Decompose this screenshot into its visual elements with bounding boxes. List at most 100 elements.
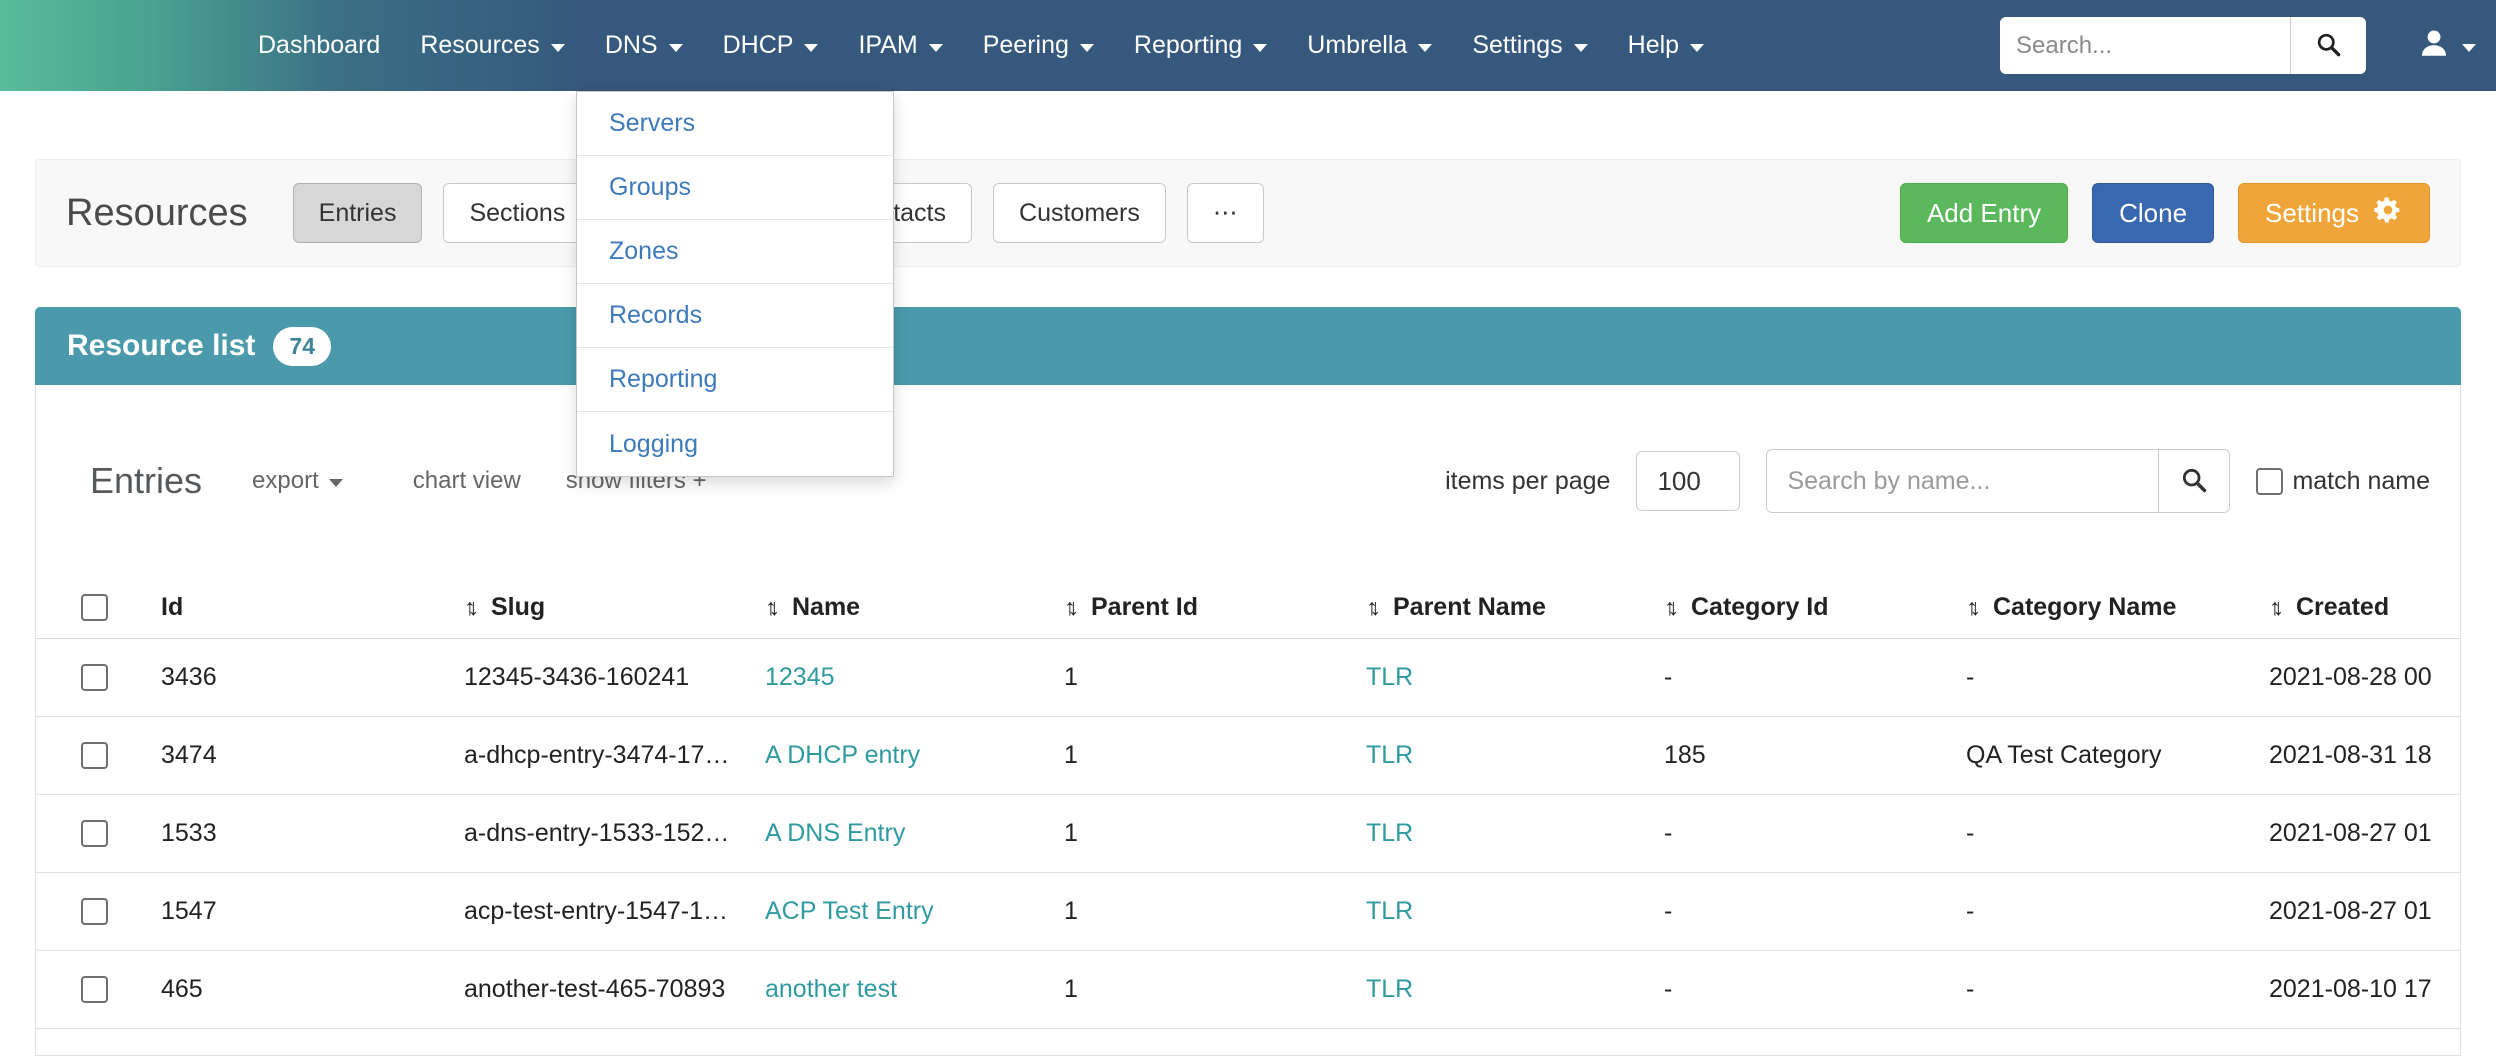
add-entry-button[interactable]: Add Entry (1900, 183, 2068, 243)
nav-item-ipam[interactable]: IPAM (838, 0, 962, 91)
name-link[interactable]: another test (765, 975, 897, 1004)
list-controls-right: items per page match name (1445, 449, 2430, 513)
row-checkbox[interactable] (81, 976, 108, 1003)
tab-customers[interactable]: Customers (993, 183, 1166, 243)
nav-item-settings[interactable]: Settings (1452, 0, 1607, 91)
sort-icon: ↑↓ (1064, 594, 1079, 621)
parent_name-link[interactable]: TLR (1366, 663, 1413, 692)
cell-id: 1547 (141, 897, 428, 926)
column-label: Slug (491, 593, 545, 622)
nav-item-umbrella[interactable]: Umbrella (1287, 0, 1452, 91)
nav-item-label: Resources (420, 31, 540, 60)
dns-menu-item-zones[interactable]: Zones (577, 220, 893, 284)
cell-category_id: - (1628, 897, 1930, 926)
slug-value: 12345-3436-160241 (464, 663, 689, 692)
category_name-value: - (1966, 897, 1974, 926)
row-checkbox[interactable] (81, 820, 108, 847)
navbar-search-input[interactable] (2000, 17, 2290, 74)
parent_id-value: 1 (1064, 819, 1078, 848)
dns-menu-item-servers[interactable]: Servers (577, 92, 893, 156)
dns-menu-item-groups[interactable]: Groups (577, 156, 893, 220)
nav-item-resources[interactable]: Resources (400, 0, 585, 91)
slug-value: a-dhcp-entry-3474-17… (464, 741, 729, 770)
row-checkbox[interactable] (81, 898, 108, 925)
clone-button[interactable]: Clone (2092, 183, 2214, 243)
column-header-parent_name[interactable]: ↑↓ Parent Name (1330, 593, 1628, 622)
column-header-slug[interactable]: ↑↓Slug (428, 593, 729, 622)
chart-view-link[interactable]: chart view (413, 467, 521, 495)
settings-button[interactable]: Settings (2238, 183, 2430, 243)
nav-item-label: DHCP (723, 31, 794, 60)
table-row: 1547 acp-test-entry-1547-1… ACP Test Entry… (36, 873, 2460, 951)
nav-item-dhcp[interactable]: DHCP (703, 0, 839, 91)
nav-item-dashboard[interactable]: Dashboard (238, 0, 400, 91)
column-header-name[interactable]: ↑↓Name (729, 593, 1028, 622)
dns-menu-item-reporting[interactable]: Reporting (577, 348, 893, 412)
column-header-category_name[interactable]: ↑↓Category Name (1930, 593, 2245, 622)
column-header-created[interactable]: ↑↓Created (2245, 593, 2461, 622)
name-search-button[interactable] (2158, 449, 2230, 513)
nav-item-label: Help (1628, 31, 1679, 60)
nav-item-reporting[interactable]: Reporting (1114, 0, 1287, 91)
cell-category_name: QA Test Category (1930, 741, 2245, 770)
nav-item-peering[interactable]: Peering (963, 0, 1114, 91)
cell-slug: another-test-465-70893 (428, 975, 729, 1004)
row-checkbox[interactable] (81, 742, 108, 769)
nav-item-label: IPAM (858, 31, 917, 60)
navbar-search-button[interactable] (2290, 17, 2366, 74)
column-header-parent_id[interactable]: ↑↓Parent Id (1028, 593, 1330, 622)
nav-item-help[interactable]: Help (1608, 0, 1724, 91)
dns-menu-item-records[interactable]: Records (577, 284, 893, 348)
chevron-down-icon (2462, 44, 2476, 52)
column-header-category_id[interactable]: ↑↓Category Id (1628, 593, 1930, 622)
id-value: 3474 (161, 741, 217, 770)
name-link[interactable]: 12345 (765, 663, 835, 692)
dns-dropdown-menu: ServersGroupsZonesRecordsReportingLoggin… (576, 91, 894, 477)
resources-toolbar: Resources EntriesSectionsContactsCustome… (35, 159, 2461, 267)
sort-icon: ↑↓ (1366, 594, 1381, 621)
select-all-checkbox[interactable] (81, 594, 108, 621)
created-value: 2021-08-27 01 (2269, 897, 2432, 926)
tab-more[interactable]: ⋯ (1187, 183, 1264, 243)
name-search-input[interactable] (1766, 449, 2158, 513)
table-row: 1533 a-dns-entry-1533-152… A DNS Entry 1 TLR… (36, 795, 2460, 873)
export-dropdown[interactable]: export (252, 467, 343, 495)
items-per-page-input[interactable] (1636, 451, 1740, 511)
parent_name-link[interactable]: TLR (1366, 975, 1413, 1004)
cell-slug: a-dhcp-entry-3474-17… (428, 741, 729, 770)
parent_name-link[interactable]: TLR (1366, 897, 1413, 926)
id-value: 3436 (161, 663, 217, 692)
panel-header: Resource list 74 (35, 307, 2461, 385)
cell-parent_id: 1 (1028, 819, 1330, 848)
name-link[interactable]: A DHCP entry (765, 741, 920, 770)
user-menu[interactable] (2416, 0, 2476, 91)
cell-name: ACP Test Entry (729, 897, 1028, 926)
chevron-down-icon (1574, 44, 1588, 52)
parent_id-value: 1 (1064, 663, 1078, 692)
tab-sections[interactable]: Sections (443, 183, 591, 243)
row-select-cell (36, 742, 141, 769)
row-checkbox[interactable] (81, 664, 108, 691)
id-value: 1533 (161, 819, 217, 848)
cell-slug: 12345-3436-160241 (428, 663, 729, 692)
column-header-id[interactable]: Id (141, 593, 428, 622)
parent_name-link[interactable]: TLR (1366, 741, 1413, 770)
chevron-down-icon (929, 44, 943, 52)
row-select-cell (36, 820, 141, 847)
slug-value: a-dns-entry-1533-152… (464, 819, 729, 848)
name-link[interactable]: ACP Test Entry (765, 897, 934, 926)
gear-icon (2373, 195, 2403, 232)
search-icon (2180, 466, 2208, 497)
parent_name-link[interactable]: TLR (1366, 819, 1413, 848)
resource-list-panel: Resource list 74 Entries export chart vi… (35, 307, 2461, 1056)
name-link[interactable]: A DNS Entry (765, 819, 905, 848)
dns-menu-item-logging[interactable]: Logging (577, 412, 893, 476)
nav-item-dns[interactable]: DNS (585, 0, 703, 91)
chevron-down-icon (329, 479, 343, 487)
tab-entries[interactable]: Entries (293, 183, 423, 243)
column-label: Parent Name (1393, 593, 1546, 622)
match-name-checkbox[interactable]: match name (2256, 467, 2430, 496)
chevron-down-icon (669, 44, 683, 52)
cell-slug: acp-test-entry-1547-1… (428, 897, 729, 926)
slug-value: acp-test-entry-1547-1… (464, 897, 728, 926)
